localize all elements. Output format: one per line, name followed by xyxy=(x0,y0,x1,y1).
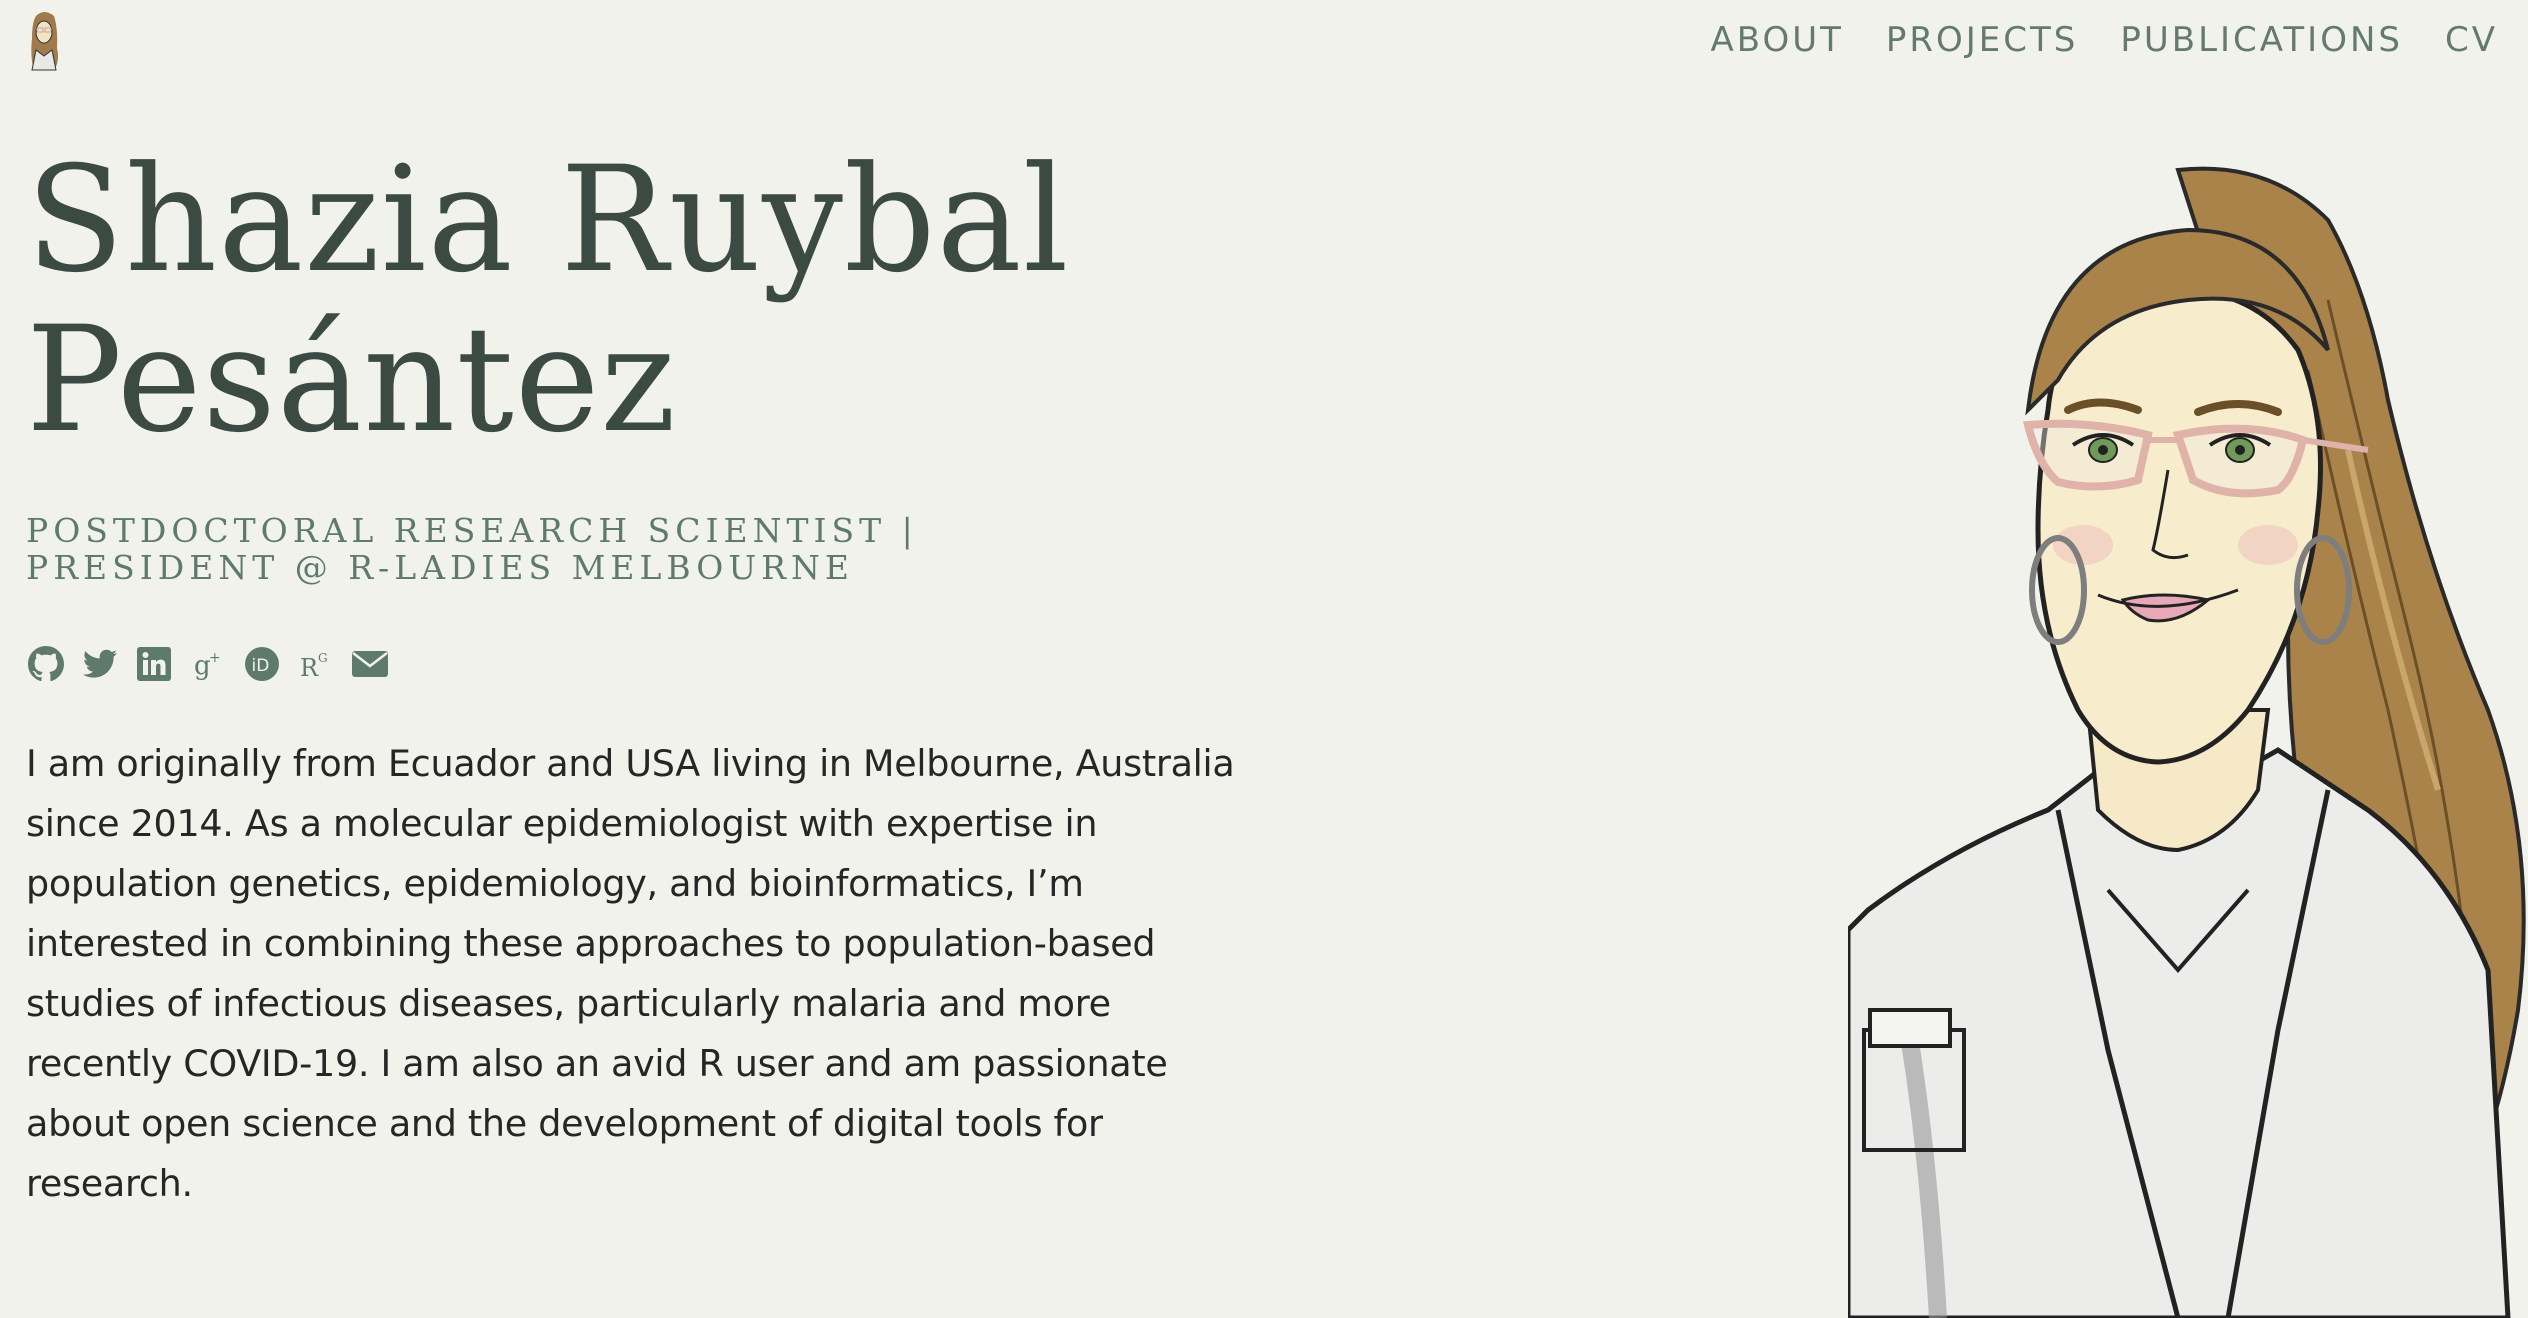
twitter-icon[interactable] xyxy=(80,644,120,684)
name-line-1: Shazia Ruybal xyxy=(26,135,1070,305)
hero-section: Shazia Ruybal Pesántez POSTDOCTORAL RESE… xyxy=(26,140,1256,1251)
svg-text:G: G xyxy=(318,651,328,665)
nav-about[interactable]: ABOUT xyxy=(1710,14,1843,66)
linkedin-icon[interactable] xyxy=(134,644,174,684)
page-title: Shazia Ruybal Pesántez xyxy=(26,140,1231,460)
nav-projects[interactable]: PROJECTS xyxy=(1886,14,2079,66)
svg-text:R: R xyxy=(300,654,319,682)
bio-paragraph: I am originally from Ecuador and USA liv… xyxy=(26,742,1235,1205)
name-line-2: Pesántez xyxy=(26,295,677,465)
subtitle: POSTDOCTORAL RESEARCH SCIENTIST | PRESID… xyxy=(26,511,918,587)
portrait-illustration xyxy=(1848,166,2526,1318)
svg-text:+: + xyxy=(209,650,221,666)
google-scholar-icon[interactable]: g + xyxy=(188,644,228,684)
orcid-icon[interactable]: iD xyxy=(242,644,282,684)
nav-cv[interactable]: CV xyxy=(2445,14,2498,66)
main-nav: ABOUT PROJECTS PUBLICATIONS CV xyxy=(1710,14,2498,66)
researchgate-icon[interactable]: RG xyxy=(296,644,336,684)
site-header: ABOUT PROJECTS PUBLICATIONS CV xyxy=(0,0,2528,82)
social-links: g + iD RG xyxy=(26,644,1256,684)
logo-avatar-icon[interactable] xyxy=(24,8,64,72)
svg-text:iD: iD xyxy=(252,656,270,676)
email-icon[interactable] xyxy=(350,644,390,684)
nav-publications[interactable]: PUBLICATIONS xyxy=(2120,14,2403,66)
github-icon[interactable] xyxy=(26,644,66,684)
